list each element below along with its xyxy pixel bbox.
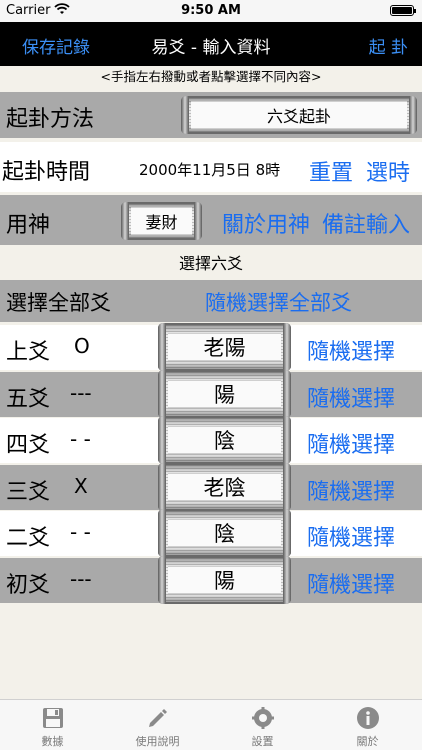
line-symbol: X	[74, 474, 88, 498]
section-title: 選擇六爻	[178, 254, 243, 273]
line-value: 老陰	[203, 476, 246, 500]
floppy-disk-icon	[0, 706, 105, 730]
method-label: 起卦方法	[6, 107, 95, 132]
line-symbol: O	[74, 334, 90, 358]
line-name: 三爻	[6, 480, 51, 505]
select-all-row: 選擇全部爻 隨機選擇全部爻	[0, 280, 422, 322]
line-row: 初爻 --- 陽 隨機選擇	[0, 556, 422, 604]
nav-bar: 保存記錄 易爻 - 輸入資料 起 卦	[0, 22, 422, 66]
battery-icon	[390, 5, 416, 16]
time-value: 2000年11月5日 8時	[139, 161, 281, 179]
random-all-button[interactable]: 隨機選擇全部爻	[205, 287, 352, 317]
tab-about-label: 關於	[356, 735, 379, 748]
method-value: 六爻起卦	[266, 107, 331, 126]
line-name: 上爻	[6, 340, 51, 365]
random-line-button[interactable]: 隨機選擇	[307, 567, 395, 599]
line-name: 五爻	[6, 387, 51, 412]
time-row: 起卦時間 2000年11月5日 8時 重置 選時	[0, 142, 422, 192]
line-row: 四爻 - - 陰 隨機選擇	[0, 416, 422, 464]
line-name: 初爻	[6, 573, 51, 598]
line-name: 四爻	[6, 433, 51, 458]
yongshen-value: 妻財	[145, 213, 178, 232]
tab-settings-label: 設置	[251, 735, 274, 748]
yongshen-picker[interactable]: 妻財	[121, 202, 202, 240]
line-picker[interactable]: 陰	[158, 509, 291, 557]
line-picker[interactable]: 陰	[158, 416, 291, 464]
random-line-button[interactable]: 隨機選擇	[307, 427, 395, 459]
line-value: 陰	[214, 522, 235, 546]
tab-instructions-label: 使用說明	[135, 735, 180, 748]
line-picker[interactable]: 陽	[158, 370, 291, 418]
about-yongshen-button[interactable]: 關於用神	[222, 207, 310, 239]
info-icon	[315, 706, 420, 730]
select-all-label: 選擇全部爻	[6, 291, 111, 315]
line-symbol: ---	[70, 567, 92, 591]
line-value: 陽	[214, 569, 235, 593]
gear-icon	[210, 706, 315, 730]
yongshen-label: 用神	[6, 213, 51, 238]
line-row: 上爻 O 老陽 隨機選擇	[0, 323, 422, 371]
cast-button[interactable]: 起 卦	[369, 33, 408, 58]
note-input-button[interactable]: 備註輸入	[322, 207, 410, 239]
line-value: 老陽	[203, 336, 246, 360]
swipe-hint: <手指左右撥動或者點擊選擇不同內容>	[100, 69, 322, 84]
method-row: 起卦方法 六爻起卦	[0, 92, 422, 138]
line-row: 三爻 X 老陰 隨機選擇	[0, 463, 422, 511]
line-name: 二爻	[6, 526, 51, 551]
pencil-icon	[105, 706, 210, 730]
page-title: 易爻 - 輸入資料	[151, 38, 271, 58]
random-line-button[interactable]: 隨機選擇	[307, 474, 395, 506]
tab-data[interactable]: 數據	[0, 706, 105, 749]
line-value: 陽	[214, 383, 235, 407]
random-line-button[interactable]: 隨機選擇	[307, 334, 395, 366]
yongshen-row: 用神 妻財 關於用神 備註輸入	[0, 195, 422, 245]
status-bar: Carrier 9:50 AM	[0, 0, 422, 22]
line-row: 二爻 - - 陰 隨機選擇	[0, 509, 422, 557]
line-symbol: - -	[70, 427, 91, 451]
tab-bar: 數據 使用說明 設置 關於	[0, 699, 422, 750]
line-picker[interactable]: 陽	[158, 556, 291, 604]
line-picker[interactable]: 老陽	[158, 323, 291, 371]
line-value: 陰	[214, 429, 235, 453]
line-row: 五爻 --- 陽 隨機選擇	[0, 370, 422, 418]
line-symbol: - -	[70, 520, 91, 544]
line-symbol: ---	[70, 381, 92, 405]
line-picker[interactable]: 老陰	[158, 463, 291, 511]
select-time-button[interactable]: 選時	[366, 155, 410, 187]
tab-data-label: 數據	[41, 735, 64, 748]
tab-instructions[interactable]: 使用說明	[105, 706, 210, 749]
random-line-button[interactable]: 隨機選擇	[307, 520, 395, 552]
reset-time-button[interactable]: 重置	[309, 155, 353, 187]
method-picker[interactable]: 六爻起卦	[181, 96, 417, 134]
time-label: 起卦時間	[2, 160, 91, 185]
random-line-button[interactable]: 隨機選擇	[307, 381, 395, 413]
tab-about[interactable]: 關於	[315, 706, 420, 749]
tab-settings[interactable]: 設置	[210, 706, 315, 749]
status-time: 9:50 AM	[181, 3, 241, 18]
